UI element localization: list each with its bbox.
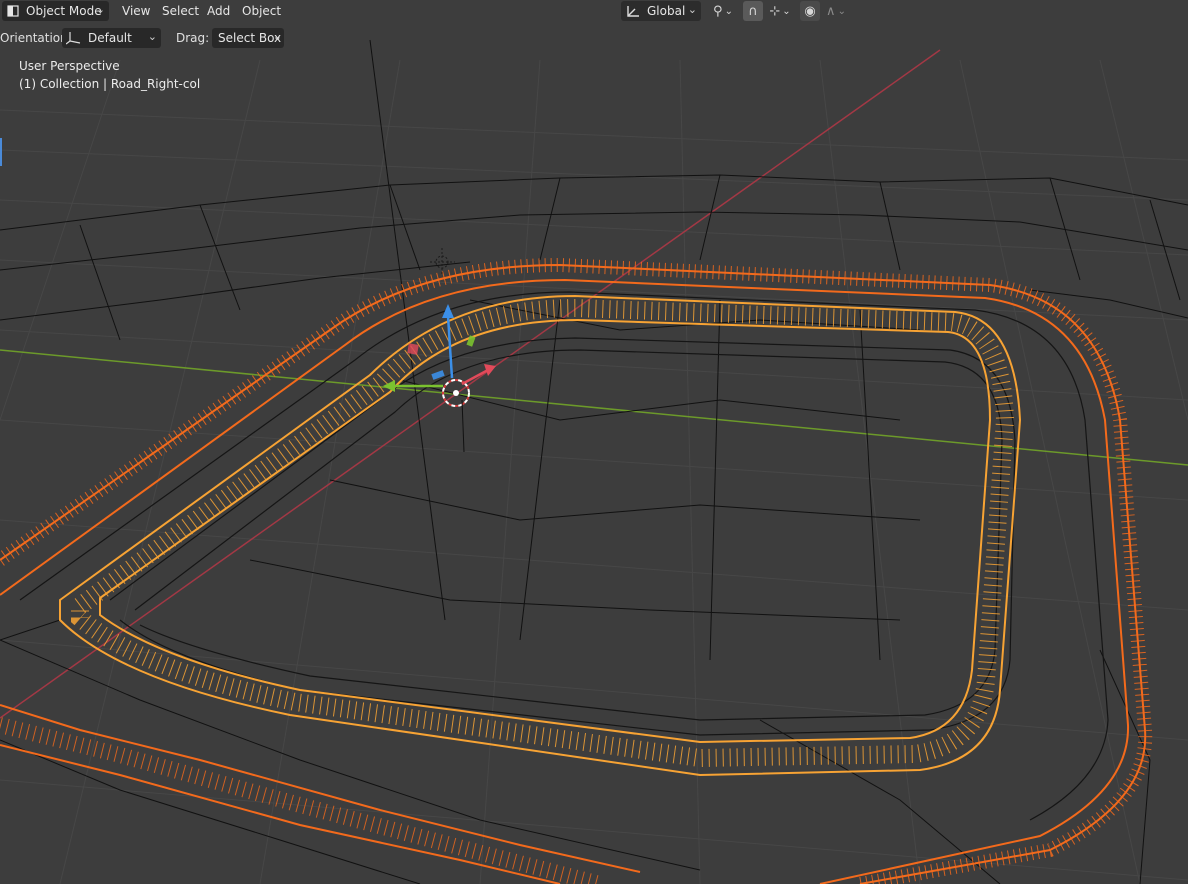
proportional-edit-icon: ◉ <box>804 3 816 19</box>
chevron-down-icon: ⌄ <box>272 30 282 43</box>
drag-dropdown[interactable]: Select Box ⌄ <box>212 28 284 48</box>
pivot-point-button[interactable]: ⚲ ⌄ <box>707 1 739 21</box>
transform-orientation-dropdown[interactable]: Global ⌄ <box>621 1 701 21</box>
mode-dropdown[interactable]: Object Mode ⌄ <box>2 1 109 21</box>
collection-label: (1) Collection | Road_Right-col <box>19 77 201 91</box>
tool-settings-bar: Orientation: Default ⌄ Drag: Select Box … <box>0 26 1188 50</box>
orientation-value: Default <box>88 31 132 45</box>
menu-add[interactable]: Add <box>207 4 230 18</box>
falloff-icon: ∧ <box>826 3 836 19</box>
chevron-down-icon: ⌄ <box>95 3 105 16</box>
drag-label: Drag: <box>176 31 210 45</box>
chevron-down-icon: ⌄ <box>147 30 157 43</box>
chevron-down-icon: ⌄ <box>782 5 791 17</box>
snap-target-button[interactable]: ⊹ ⌄ <box>764 1 796 21</box>
transform-orientation-icon <box>627 6 639 17</box>
perspective-label: User Perspective <box>19 59 120 73</box>
orientation-gizmo-icon <box>66 32 81 45</box>
chevron-down-icon: ⌄ <box>687 3 697 16</box>
menu-view[interactable]: View <box>122 4 150 18</box>
menu-object[interactable]: Object <box>242 4 281 18</box>
viewport-header: Object Mode ⌄ View Select Add Object Glo… <box>0 0 1188 22</box>
snap-toggle[interactable]: ∩ <box>743 1 763 21</box>
proportional-edit-toggle[interactable]: ◉ <box>800 1 820 21</box>
object-mode-icon <box>7 5 19 17</box>
3d-viewport[interactable] <box>0 0 1188 884</box>
viewport-canvas[interactable] <box>0 0 1188 884</box>
toolshelf-edge[interactable] <box>0 138 2 166</box>
pivot-icon: ⚲ <box>713 3 723 19</box>
yz-plane-handle <box>407 343 419 355</box>
snap-target-icon: ⊹ <box>769 3 781 19</box>
menu-select[interactable]: Select <box>162 4 199 18</box>
transform-orientation-label: Global <box>647 4 686 18</box>
falloff-button[interactable]: ∧ ⌄ <box>822 1 850 21</box>
chevron-down-icon: ⌄ <box>837 5 846 17</box>
chevron-down-icon: ⌄ <box>724 5 733 17</box>
mode-label: Object Mode <box>26 4 102 18</box>
drag-value: Select Box <box>218 31 282 45</box>
orientation-dropdown[interactable]: Default ⌄ <box>62 28 161 48</box>
snap-icon: ∩ <box>748 3 758 19</box>
